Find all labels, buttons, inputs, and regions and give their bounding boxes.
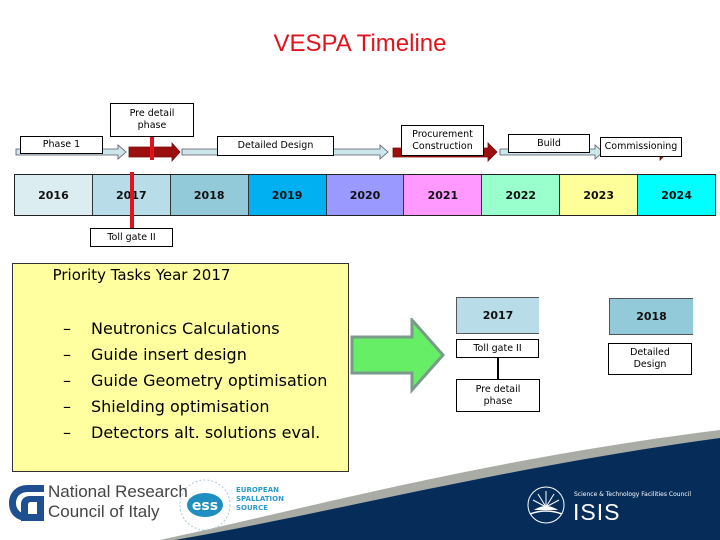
ess-logo-text: EUROPEAN SPALLATION SOURCE xyxy=(236,486,284,513)
year-2020: 2020 xyxy=(325,175,404,215)
ess-mark: ess xyxy=(192,498,218,514)
green-arrow-icon xyxy=(350,318,446,394)
task-item: Neutronics Calculations xyxy=(63,316,327,342)
detail-year-2017: 2017 xyxy=(456,297,539,334)
detail-pre-detail: Pre detail phase xyxy=(456,379,540,412)
phase-label-detailed-design: Detailed Design xyxy=(217,136,334,156)
phase-label-phase-1: Phase 1 xyxy=(20,136,103,154)
phase-label-procurement: Procurement Construction xyxy=(401,125,484,156)
isis-text: ISIS xyxy=(573,499,621,525)
detail-detailed-design: Detailed Design xyxy=(608,343,692,375)
stfc-text: Science & Technology Facilities Council xyxy=(574,491,691,498)
cnr-logo-icon xyxy=(9,485,44,521)
cnr-logo-text: National Research Council of Italy xyxy=(48,482,188,522)
isis-sunburst-icon xyxy=(527,486,565,524)
phase-label-build: Build xyxy=(508,134,590,153)
year-2019: 2019 xyxy=(247,175,326,215)
year-2018: 2018 xyxy=(169,175,248,215)
year-bar: 2016 2017 2018 2019 2020 2021 2022 2023 … xyxy=(14,174,716,216)
phase-label-commissioning: Commissioning xyxy=(600,137,682,157)
ess-line-2: SPALLATION xyxy=(236,495,284,503)
detail-toll-gate: Toll gate II xyxy=(456,339,539,358)
cnr-line-1: National Research xyxy=(48,482,188,501)
year-2022: 2022 xyxy=(481,175,560,215)
ess-line-3: SOURCE xyxy=(236,504,268,512)
ess-logo-icon: ess xyxy=(179,479,231,531)
detail-year-2018: 2018 xyxy=(609,298,693,335)
pre-detail-arrow xyxy=(128,141,181,163)
year-2021: 2021 xyxy=(403,175,482,215)
task-item: Guide insert design xyxy=(63,342,327,368)
task-item: Guide Geometry optimisation xyxy=(63,368,327,394)
pre-detail-connector xyxy=(150,137,154,160)
ess-line-1: EUROPEAN xyxy=(236,486,279,494)
task-item: Shielding optimisation xyxy=(63,394,327,420)
toll-gate-label: Toll gate II xyxy=(90,228,173,247)
year-2016: 2016 xyxy=(15,175,92,215)
cnr-line-2: Council of Italy xyxy=(48,502,160,521)
year-2024: 2024 xyxy=(637,175,716,215)
year-2023: 2023 xyxy=(559,175,638,215)
page-title: VESPA Timeline xyxy=(273,30,447,57)
toll-gate-marker-line xyxy=(130,172,134,229)
priority-tasks-title: Priority Tasks Year 2017 xyxy=(52,266,231,284)
phase-label-pre-detail: Pre detail phase xyxy=(110,103,194,137)
detail-connector xyxy=(497,358,499,380)
